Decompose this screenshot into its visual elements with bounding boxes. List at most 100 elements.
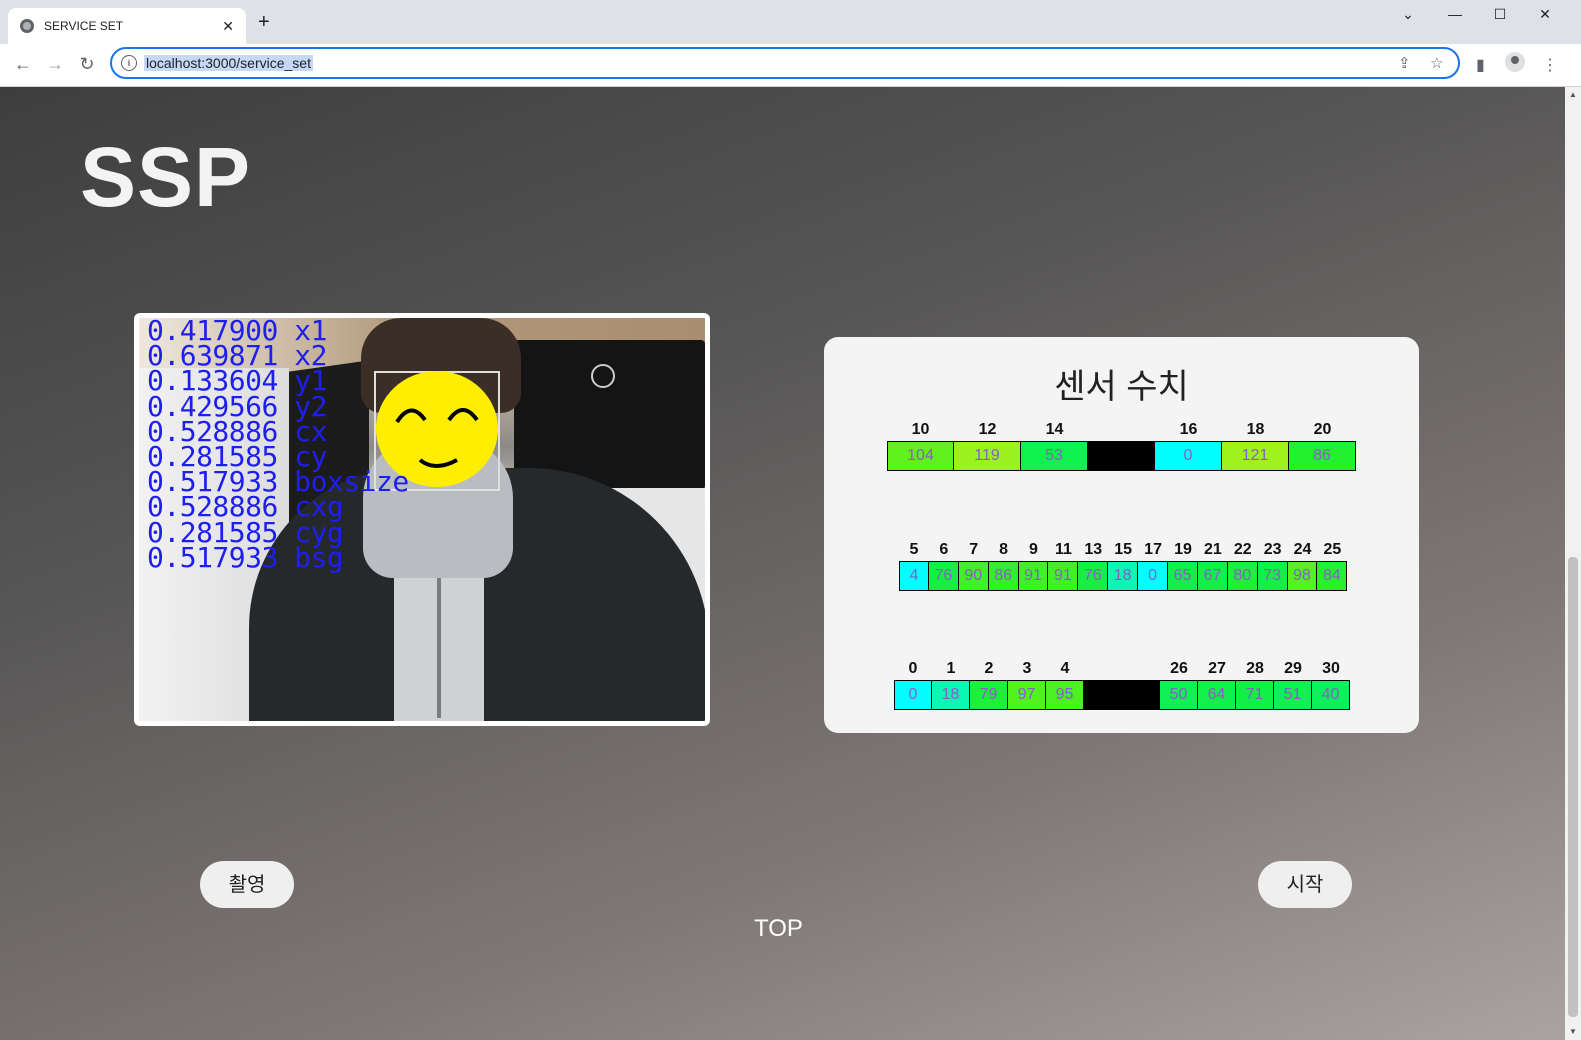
sensor-cell: 53 [1021,441,1088,471]
sensor-row-middle: 5 6 7 8 9 11 13 15 17 19 21 22 23 24 25 4 76 90 86 91 91 76 18… [899,539,1348,591]
sensor-label: 8 [999,541,1009,558]
sensor-label: 21 [1203,541,1222,558]
sensor-cell: 95 [1046,680,1084,710]
sensor-label: 11 [1054,541,1072,558]
tab-title: SERVICE SET [44,19,124,33]
sensor-label: 10 [911,421,930,438]
sensor-cell: 0 [1138,561,1169,591]
capture-button[interactable]: 촬영 [200,861,294,908]
maximize-button[interactable]: ☐ [1488,6,1512,23]
address-bar[interactable]: i localhost:3000/service_set ⇪ ☆ [110,47,1460,79]
start-button[interactable]: 시작 [1258,861,1352,908]
profile-avatar-icon[interactable] [1505,52,1525,72]
sensor-label: 0 [908,660,918,677]
tab-close-icon[interactable]: ✕ [222,18,234,35]
sensor-label: 5 [909,541,919,558]
sensor-title: 센서 수치 [1054,368,1189,406]
sensor-label: 15 [1114,541,1133,558]
sensor-cell: 65 [1168,561,1198,591]
sensor-cell: 91 [1048,561,1079,591]
sensor-label: 22 [1233,541,1252,558]
sensor-cell: 86 [988,561,1019,591]
bookmark-star-icon[interactable]: ☆ [1430,54,1443,72]
sensor-cell: 80 [1227,561,1258,591]
sensor-cell: 50 [1160,680,1198,710]
sensor-cell: 98 [1287,561,1318,591]
reload-button[interactable]: ↻ [76,54,98,74]
sensor-label: 24 [1293,541,1312,558]
sensor-label: 2 [984,660,994,677]
sensor-cell [1122,680,1160,710]
sensor-labels: 5 6 7 8 9 11 13 15 17 19 21 22 23 24 25 [899,539,1347,561]
minimize-button[interactable]: — [1443,6,1467,22]
page-content: SSP 0.417900 x1 0.639871 x2 0.133604 y1 0.4… [0,87,1565,1040]
sensor-cell: 51 [1274,680,1312,710]
sensor-labels: 10 12 14 16 18 20 [887,419,1356,441]
sensor-cells: 104 119 53 0 121 86 [887,441,1356,471]
scroll-down-icon[interactable]: ▼ [1569,1027,1577,1036]
monitor-logo [591,364,615,388]
sensor-cell: 67 [1197,561,1228,591]
sensor-panel: 센서 수치 10 12 14 16 18 20 104 119 53 0 121 86 5 6 7 8 9 11… [824,337,1419,733]
sensor-cells: 0 18 79 97 95 50 64 71 51 40 [894,680,1350,710]
sensor-label: 9 [1029,541,1038,558]
globe-icon [20,19,34,33]
sensor-cell: 97 [1008,680,1046,710]
browser-tab[interactable]: SERVICE SET ✕ [8,8,246,44]
close-window-button[interactable]: ✕ [1533,6,1557,23]
chrome-menu-icon[interactable]: ⋮ [1542,55,1558,75]
sensor-cell: 4 [899,561,929,591]
readout-line: 0.517933 bsg [147,540,344,574]
tab-strip: SERVICE SET ✕ + ⌄ — ☐ ✕ [0,0,1581,44]
share-icon[interactable]: ⇪ [1398,54,1411,72]
forward-button[interactable]: → [44,54,66,74]
sensor-label: 4 [1060,660,1070,677]
sensor-label: 7 [969,541,979,558]
tab-search-icon[interactable]: ⌄ [1396,6,1420,23]
sensor-cell: 76 [1078,561,1109,591]
sensor-label: 27 [1208,660,1226,677]
sensor-label: 30 [1322,660,1340,677]
sensor-label: 25 [1323,541,1342,558]
browser-toolbar: ← → ↻ i localhost:3000/service_set ⇪ ☆ ▮… [0,44,1581,87]
back-button[interactable]: ← [12,54,34,74]
sensor-label: 29 [1284,660,1302,677]
sensor-cell: 71 [1236,680,1274,710]
sensor-cell: 73 [1257,561,1288,591]
detection-readout: 0.417900 x1 0.639871 x2 0.133604 y1 0.42956… [147,318,409,574]
scroll-up-icon[interactable]: ▲ [1569,90,1577,99]
url-text[interactable]: localhost:3000/service_set [144,55,313,71]
sensor-label: 20 [1313,421,1332,438]
sensor-cell: 18 [932,680,970,710]
sensor-label [1088,419,1155,441]
sensor-label: 28 [1246,660,1264,677]
sensor-row-top: 10 12 14 16 18 20 104 119 53 0 121 86 [887,419,1356,471]
site-logo[interactable]: SSP [80,129,251,226]
sensor-cell: 76 [928,561,959,591]
sensor-label: 12 [978,421,997,438]
site-info-icon[interactable]: i [121,55,137,71]
sensor-cells: 4 76 90 86 91 91 76 18 0 65 67 80 73 98 84 [899,561,1348,591]
sensor-cell: 0 [1155,441,1222,471]
sensor-cell: 40 [1312,680,1350,710]
new-tab-button[interactable]: + [258,12,270,32]
sensor-labels: 0 1 2 3 4 26 27 28 29 30 [894,658,1350,680]
sensor-label: 19 [1174,541,1192,558]
scrollbar-thumb[interactable] [1568,557,1578,1017]
sensor-cell: 79 [970,680,1008,710]
sensor-cell [1088,441,1155,471]
sensor-label: 16 [1179,421,1198,438]
sensor-label: 6 [939,541,949,558]
top-link[interactable]: TOP [754,915,803,943]
page-scrollbar[interactable]: ▲ ▼ [1565,87,1581,1040]
side-panel-icon[interactable]: ▮ [1476,55,1485,75]
sensor-label: 26 [1170,660,1188,677]
sensor-label [1084,658,1122,680]
sensor-row-bottom: 0 1 2 3 4 26 27 28 29 30 0 18 79 97 95 50 64 71 51 40 [894,658,1350,710]
sensor-label: 1 [946,660,956,677]
sensor-label: 18 [1246,421,1265,438]
sensor-label: 3 [1022,660,1032,677]
sensor-cell: 86 [1289,441,1356,471]
sensor-cell: 18 [1108,561,1139,591]
sensor-cell: 90 [958,561,989,591]
